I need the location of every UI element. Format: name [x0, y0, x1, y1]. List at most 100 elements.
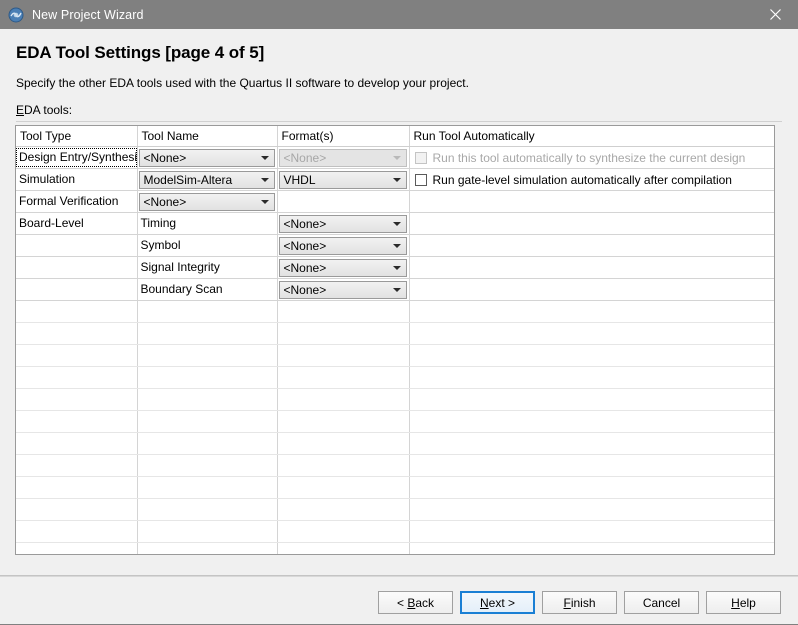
cell-run-tool-automatically [409, 212, 774, 235]
cell-tool-type[interactable] [16, 256, 138, 279]
empty-cell [137, 476, 278, 499]
cell-tool-name[interactable]: ModelSim-Altera [137, 168, 278, 191]
finish-button[interactable]: Finish [542, 591, 617, 614]
empty-cell [277, 388, 410, 411]
table-row[interactable]: Signal Integrity <None> [16, 256, 774, 279]
table-row-empty [16, 454, 774, 477]
cell-tool-type[interactable]: Design Entry/Synthesis [16, 146, 138, 169]
run-tool-checkbox-label: Run this tool automatically to synthesiz… [432, 150, 746, 165]
tool-name-label: Symbol [140, 238, 181, 252]
format-combo[interactable]: VHDL [278, 170, 407, 189]
empty-cell [277, 410, 410, 433]
format-combo-value: <None> [283, 282, 327, 297]
table-row-empty [16, 498, 774, 521]
table-row-empty [16, 410, 774, 433]
tool-type-label: Board-Level [19, 216, 84, 230]
chevron-down-icon [260, 155, 269, 160]
chevron-down-icon [392, 221, 401, 226]
cell-format[interactable]: <None> [277, 234, 410, 257]
empty-cell [409, 300, 774, 323]
column-header-tool-type[interactable]: Tool Type [16, 126, 138, 147]
format-combo-value: <None> [283, 260, 327, 275]
quartus-app-icon [8, 7, 24, 23]
empty-cell [409, 410, 774, 433]
cell-tool-type[interactable]: Simulation [16, 168, 138, 191]
run-tool-checkbox[interactable]: Run gate-level simulation automatically … [410, 169, 775, 190]
tool-type-label: Formal Verification [19, 194, 119, 208]
back-button[interactable]: < Back [378, 591, 453, 614]
empty-cell [137, 300, 278, 323]
cell-format[interactable]: <None> [277, 146, 410, 169]
cell-run-tool-automatically [409, 278, 774, 301]
tool-name-combo[interactable]: ModelSim-Altera [138, 170, 275, 189]
format-combo[interactable]: <None> [278, 236, 407, 255]
table-row[interactable]: Design Entry/Synthesis <None> <None> Run th… [16, 146, 774, 169]
help-button[interactable]: Help [706, 591, 781, 614]
column-header-formats[interactable]: Format(s) [277, 126, 410, 147]
cell-format[interactable]: VHDL [277, 168, 410, 191]
cell-tool-name[interactable]: Signal Integrity [137, 256, 278, 279]
tool-name-combo-value: ModelSim-Altera [143, 172, 233, 187]
empty-cell [16, 542, 138, 554]
empty-cell [16, 388, 138, 411]
table-row[interactable]: Board-Level Timing <None> [16, 212, 774, 235]
empty-cell [277, 300, 410, 323]
cell-format [277, 190, 410, 213]
table-row-empty [16, 520, 774, 543]
table-row[interactable]: Boundary Scan <None> [16, 278, 774, 301]
format-combo[interactable]: <None> [278, 258, 407, 277]
empty-cell [137, 344, 278, 367]
format-combo: <None> [278, 148, 407, 167]
page-title: EDA Tool Settings [page 4 of 5] [16, 43, 265, 62]
empty-cell [16, 344, 138, 367]
cell-tool-name[interactable]: <None> [137, 146, 278, 169]
empty-cell [277, 322, 410, 345]
tool-name-combo-value: <None> [143, 194, 187, 209]
format-combo[interactable]: <None> [278, 280, 407, 299]
eda-tools-label-rest: DA tools: [24, 103, 73, 117]
cell-format[interactable]: <None> [277, 278, 410, 301]
cell-tool-type[interactable]: Board-Level [16, 212, 138, 235]
finish-button-label: Finish [563, 595, 596, 610]
cell-format[interactable]: <None> [277, 212, 410, 235]
format-combo-value: VHDL [283, 172, 316, 187]
table-row[interactable]: Simulation ModelSim-Altera VHDL Run gate-le… [16, 168, 775, 191]
next-button[interactable]: Next > [460, 591, 535, 614]
empty-cell [409, 454, 774, 477]
table-row[interactable]: Formal Verification <None> [16, 190, 774, 213]
cell-tool-name[interactable]: Symbol [137, 234, 278, 257]
eda-tools-label-mnemonic: E [16, 103, 25, 117]
empty-cell [137, 454, 278, 477]
table-row[interactable]: Symbol <None> [16, 234, 774, 257]
format-combo[interactable]: <None> [278, 214, 407, 233]
empty-cell [137, 542, 278, 554]
cell-format[interactable]: <None> [277, 256, 410, 279]
cell-tool-type[interactable]: Formal Verification [16, 190, 138, 213]
empty-cell [137, 410, 278, 433]
chevron-down-icon [392, 265, 401, 270]
run-tool-checkbox-box[interactable] [414, 173, 427, 186]
cell-tool-name[interactable]: Boundary Scan [137, 278, 278, 301]
cell-tool-type[interactable] [16, 278, 138, 301]
cancel-button[interactable]: Cancel [624, 591, 699, 614]
empty-cell [16, 366, 138, 389]
table-row-empty [16, 476, 774, 499]
column-header-tool-name[interactable]: Tool Name [137, 126, 278, 147]
empty-cell [16, 454, 138, 477]
cell-run-tool-automatically[interactable]: Run gate-level simulation automatically … [409, 168, 775, 191]
dialog-footer: < Back Next > Finish Cancel Help [0, 578, 798, 625]
close-icon[interactable] [753, 0, 798, 29]
tool-type-label: Design Entry/Synthesis [16, 148, 136, 167]
tool-name-combo[interactable]: <None> [138, 148, 275, 167]
cell-tool-type[interactable] [16, 234, 138, 257]
tool-name-label: Timing [140, 216, 177, 230]
empty-cell [409, 520, 774, 543]
table-row-empty [16, 388, 774, 411]
cell-tool-name[interactable]: Timing [137, 212, 278, 235]
header-divider [16, 121, 782, 122]
cell-run-tool-automatically[interactable]: Run this tool automatically to synthesiz… [409, 146, 774, 169]
run-tool-checkbox-box [414, 151, 427, 164]
cell-tool-name[interactable]: <None> [137, 190, 278, 213]
column-header-run-tool-automatically[interactable]: Run Tool Automatically [409, 126, 774, 147]
tool-name-combo[interactable]: <None> [138, 192, 275, 211]
